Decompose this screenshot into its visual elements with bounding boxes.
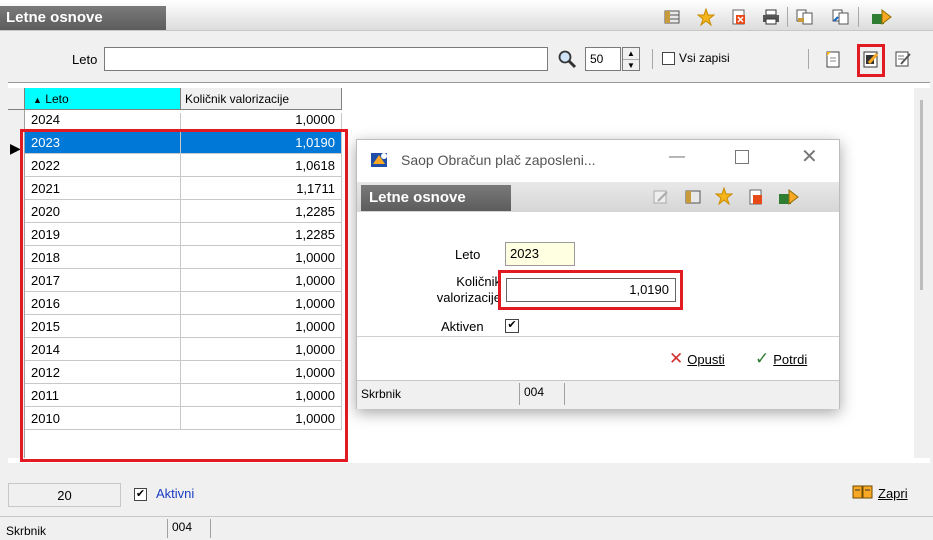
dialog-kolicnik-input[interactable]: 1,0190 bbox=[506, 278, 676, 302]
title-bar: Letne osnove bbox=[0, 0, 933, 31]
record-count: 20 bbox=[8, 483, 121, 507]
exit-icon[interactable] bbox=[869, 8, 893, 26]
copy-icon[interactable] bbox=[796, 8, 814, 26]
dialog-titlebar: Saop Obračun plač zaposleni... — ✕ bbox=[357, 140, 839, 182]
cancel-x-icon: ✕ bbox=[669, 349, 684, 368]
toolbar-separator bbox=[858, 7, 859, 27]
grid-icon[interactable] bbox=[663, 8, 681, 26]
dialog-kolicnik-label-2: valorizacije bbox=[436, 290, 501, 305]
edit-note-icon[interactable] bbox=[895, 50, 911, 71]
grid-vertical-scrollbar[interactable] bbox=[914, 88, 930, 458]
dialog-leto-input[interactable]: 2023 bbox=[505, 242, 575, 266]
status-skrbnik-value: 004 bbox=[167, 519, 211, 538]
dialog-exit-icon[interactable] bbox=[777, 188, 799, 209]
status-skrbnik-label: Skrbnik bbox=[6, 524, 47, 538]
record-count-input[interactable]: 50 bbox=[585, 47, 621, 71]
dialog-window-title: Saop Obračun plač zaposleni... bbox=[401, 152, 596, 168]
dialog-aktiven-label: Aktiven bbox=[441, 319, 484, 334]
corner-header bbox=[8, 88, 25, 110]
filter-separator bbox=[808, 49, 809, 69]
count-stepper[interactable]: ▲ ▼ bbox=[622, 47, 640, 71]
copy-export-icon[interactable] bbox=[832, 8, 850, 26]
search-icon[interactable] bbox=[557, 49, 577, 72]
stepper-up-icon[interactable]: ▲ bbox=[623, 48, 639, 60]
edit-dialog: Saop Obračun plač zaposleni... — ✕ Letne… bbox=[356, 139, 840, 409]
dialog-grid-icon[interactable] bbox=[685, 189, 701, 208]
edit-record-icon[interactable] bbox=[863, 50, 879, 71]
print-icon[interactable] bbox=[762, 8, 780, 26]
delete-record-icon[interactable] bbox=[730, 8, 748, 26]
stepper-down-icon[interactable]: ▼ bbox=[623, 60, 639, 71]
toolbar-separator bbox=[787, 7, 788, 27]
leto-filter-input[interactable] bbox=[104, 47, 548, 71]
potrdi-label: Potrdi bbox=[773, 351, 808, 367]
dialog-star-icon[interactable] bbox=[714, 186, 734, 208]
potrdi-button[interactable]: ✓ Potrdi bbox=[755, 349, 807, 369]
dialog-section-title: Letne osnove bbox=[361, 185, 511, 211]
filter-separator bbox=[652, 49, 653, 69]
app-logo-icon bbox=[369, 150, 391, 173]
close-button[interactable]: ✕ bbox=[801, 144, 818, 169]
dialog-delete-icon[interactable] bbox=[748, 189, 764, 208]
dialog-edit-icon[interactable] bbox=[653, 189, 669, 208]
scrollbar-thumb[interactable] bbox=[920, 100, 923, 290]
column-header-leto-label: Leto bbox=[45, 92, 69, 106]
dialog-status-label: Skrbnik bbox=[361, 387, 402, 401]
aktivni-checkbox[interactable]: ✔ bbox=[134, 488, 147, 501]
column-header-kolicnik[interactable]: Količnik valorizacije bbox=[181, 88, 342, 110]
window-title: Letne osnove bbox=[0, 6, 166, 30]
maximize-button[interactable] bbox=[735, 150, 749, 164]
zapri-label: Zapri bbox=[878, 486, 908, 501]
filter-bar: Leto 50 ▲ ▼ Vsi zapisi bbox=[0, 37, 933, 81]
leto-filter-label: Leto bbox=[72, 52, 98, 67]
dialog-status-bar: Skrbnik 004 bbox=[357, 380, 839, 409]
new-record-icon[interactable] bbox=[825, 50, 841, 71]
dialog-aktiven-checkbox[interactable]: ✔ bbox=[505, 319, 519, 333]
grid-selection-highlight bbox=[20, 129, 348, 462]
dialog-kolicnik-label-1: Količnik bbox=[456, 274, 501, 289]
sort-ascending-icon: ▲ bbox=[33, 95, 42, 105]
minimize-button[interactable]: — bbox=[669, 148, 685, 166]
dialog-status-value: 004 bbox=[519, 383, 565, 405]
column-header-leto[interactable]: ▲ Leto bbox=[25, 88, 181, 110]
close-book-icon bbox=[852, 484, 874, 503]
opusti-label: Opusti bbox=[687, 351, 725, 367]
aktivni-label[interactable]: Aktivni bbox=[156, 486, 194, 501]
dialog-divider bbox=[357, 336, 839, 337]
opusti-button[interactable]: ✕ Opusti bbox=[669, 349, 725, 369]
confirm-check-icon: ✓ bbox=[755, 349, 770, 368]
favorite-star-icon[interactable] bbox=[697, 8, 715, 26]
dialog-toolbar: Letne osnove bbox=[357, 182, 839, 212]
zapri-button[interactable]: Zapri bbox=[852, 484, 908, 503]
vsi-zapisi-label: Vsi zapisi bbox=[679, 51, 730, 65]
status-bar: Skrbnik 004 bbox=[0, 516, 933, 540]
vsi-zapisi-checkbox[interactable] bbox=[662, 52, 675, 65]
dialog-leto-label: Leto bbox=[455, 247, 481, 262]
